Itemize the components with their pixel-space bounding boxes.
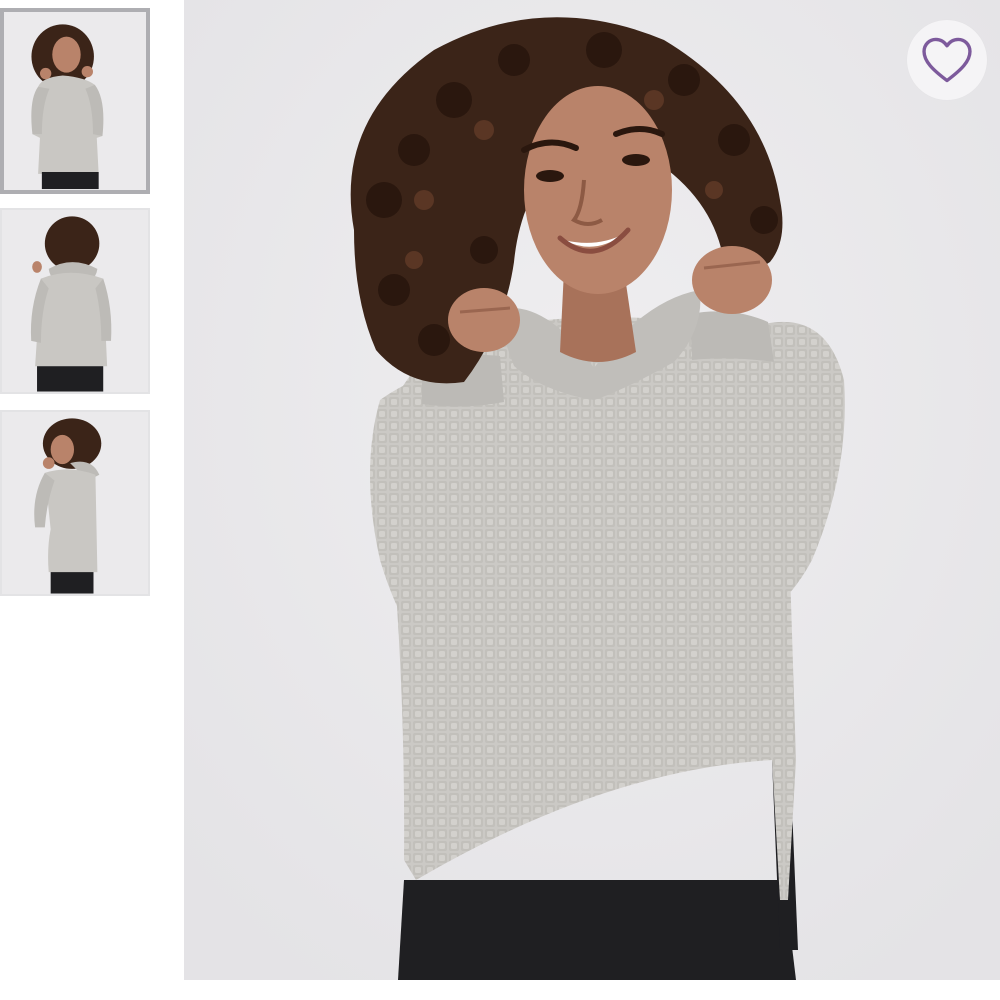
thumbnail-back[interactable] xyxy=(0,208,150,394)
model-photo xyxy=(184,0,1000,980)
product-gallery-page xyxy=(0,0,1000,1000)
thumbnail-back-image xyxy=(2,210,148,392)
thumbnail-front[interactable] xyxy=(0,8,150,194)
heart-outline-icon xyxy=(922,37,972,83)
thumbnail-side[interactable] xyxy=(0,410,150,596)
favorite-button[interactable] xyxy=(907,20,987,100)
thumbnail-side-image xyxy=(2,412,148,594)
thumbnail-front-image xyxy=(4,12,146,190)
main-product-image[interactable] xyxy=(184,0,1000,980)
